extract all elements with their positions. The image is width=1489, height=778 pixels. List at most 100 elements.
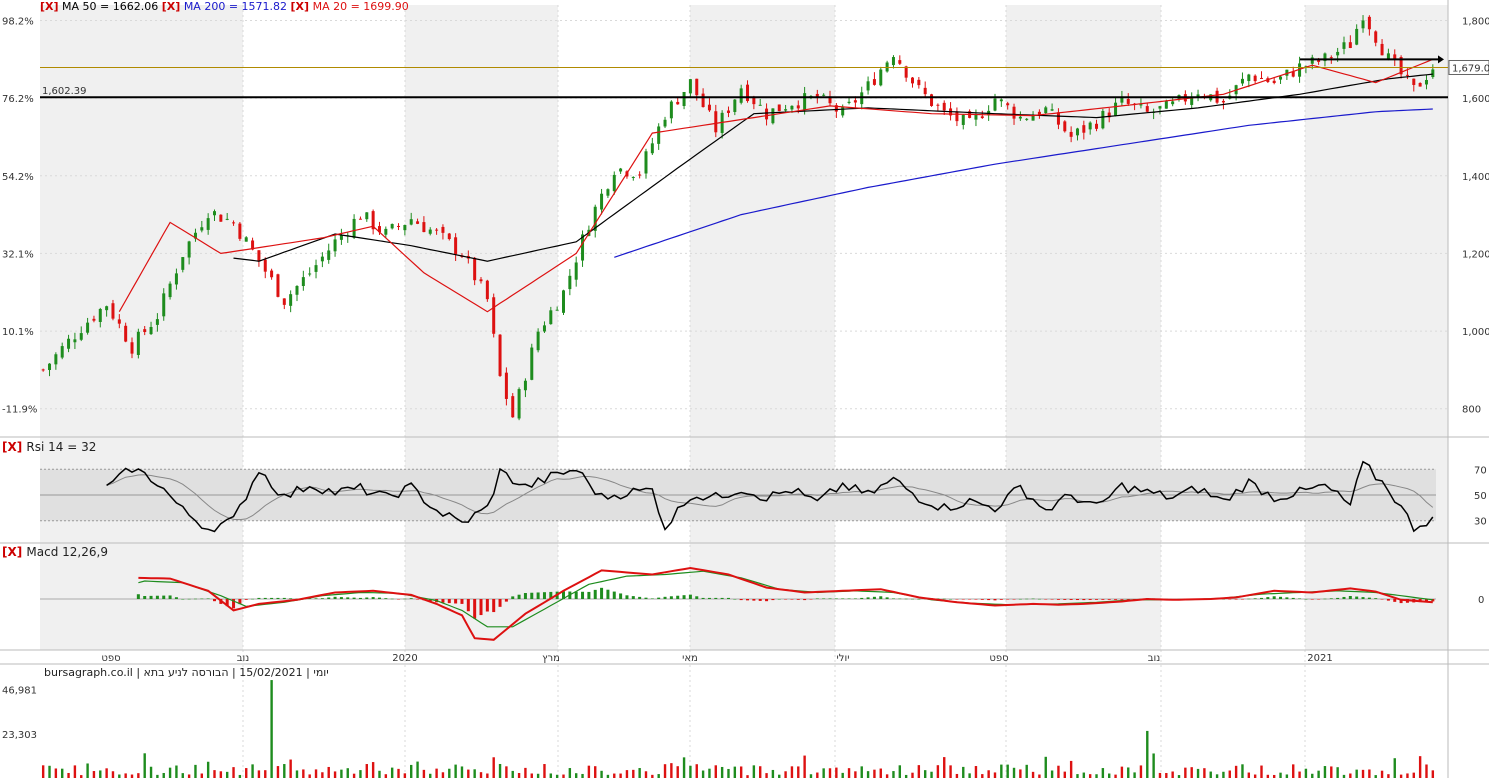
volume-bar [454,764,457,778]
volume-bar [981,774,984,778]
volume-bar [562,774,565,778]
macd-histogram-bar [822,598,826,599]
volume-bar [390,767,394,778]
volume-bar [219,771,223,778]
candle-body [67,338,71,349]
volume-bar [759,766,762,778]
macd-histogram-bar [485,599,489,612]
volume-bar [1323,766,1327,778]
volume-bar [1031,771,1035,778]
volume-bar [181,773,184,778]
volume-bar [473,769,476,778]
volume-bar [321,772,324,778]
candle-body [435,229,439,231]
volume-bar [1012,767,1016,778]
macd-histogram-bar [803,599,807,601]
macd-histogram-bar [853,598,857,599]
candle-body [1012,106,1016,119]
volume-bar [828,768,832,778]
macd-histogram-bar [898,598,902,600]
macd-histogram-bar [720,597,724,599]
macd-histogram-bar [333,596,337,599]
rsi-toggle[interactable]: [X] [2,440,22,454]
ma50-toggle[interactable]: [X] [40,0,59,13]
macd-histogram-bar [1069,599,1073,600]
volume-bar [410,764,413,778]
macd-histogram-bar [270,597,274,599]
macd-histogram-bar [688,594,692,599]
volume-bar [397,768,400,778]
volume-bar [574,773,578,778]
pct-tick-label: -11.9% [2,405,37,416]
candle-body [1145,106,1149,112]
macd-histogram-bar [968,599,972,600]
volume-bar [930,771,933,778]
candle-body [1190,97,1194,105]
volume-bar [289,759,292,778]
volume-bar [625,770,629,778]
volume-bar [613,773,616,778]
macd-histogram-bar [1393,599,1397,602]
volume-bar [594,766,597,778]
time-tick-label: נוב [237,653,250,664]
rsi-title-row: [X] Rsi 14 = 32 [2,440,96,454]
volume-bar [663,764,667,778]
macd-histogram-bar [701,597,705,599]
volume-bar [314,769,318,778]
macd-toggle[interactable]: [X] [2,545,22,559]
macd-histogram-bar [593,589,597,599]
volume-bar [308,774,311,778]
candle-body [600,193,604,210]
ma200-toggle[interactable]: [X] [162,0,181,13]
volume-bar [162,772,165,778]
macd-histogram-bar [917,599,921,600]
volume-bar [1418,756,1422,778]
macd-histogram-bar [714,597,718,599]
macd-histogram-bar [1120,599,1124,600]
volume-bar [1412,772,1415,778]
candle-body [92,318,96,321]
volume-bar [1431,770,1435,778]
candle-body [638,174,642,176]
macd-histogram-bar [276,597,280,599]
volume-bar [1063,771,1066,778]
volume-bar [1406,773,1409,778]
macd-histogram-bar [1082,599,1086,601]
candle-body [1101,110,1105,129]
volume-bar [879,768,882,778]
volume-bar [885,774,889,778]
macd-histogram-bar [657,597,661,599]
macd-histogram-bar [904,598,908,600]
volume-bar [441,772,445,778]
candle-body [213,211,216,216]
candle-body [923,87,927,95]
volume-bar [1304,768,1308,778]
macd-histogram-bar [879,596,883,599]
volume-bar [200,773,204,778]
macd-histogram-bar [961,599,965,600]
volume-bar [175,765,178,778]
macd-histogram-bar [1095,599,1099,600]
volume-bar [448,768,451,778]
candle-body [961,114,965,125]
volume-bar [1361,769,1365,778]
volume-bar [1368,769,1371,778]
volume-bar [1234,765,1238,778]
macd-histogram-bar [739,599,743,601]
candle-body [771,108,775,124]
macd-histogram-bar [587,591,591,599]
candle-body [1018,116,1022,119]
macd-histogram-bar [1031,598,1035,600]
volume-bar [1311,773,1314,778]
macd-histogram-bar [974,599,978,600]
candle-body [1126,98,1130,104]
ma20-toggle[interactable]: [X] [291,0,310,13]
macd-histogram-bar [384,598,388,599]
volume-bar [936,765,940,778]
candle-body [536,331,540,351]
rsi-tick-label: 70 [1474,465,1487,476]
volume-bar [1336,767,1339,778]
candle-body [54,354,58,365]
candle-body [574,262,578,280]
macd-histogram-bar [492,599,496,613]
